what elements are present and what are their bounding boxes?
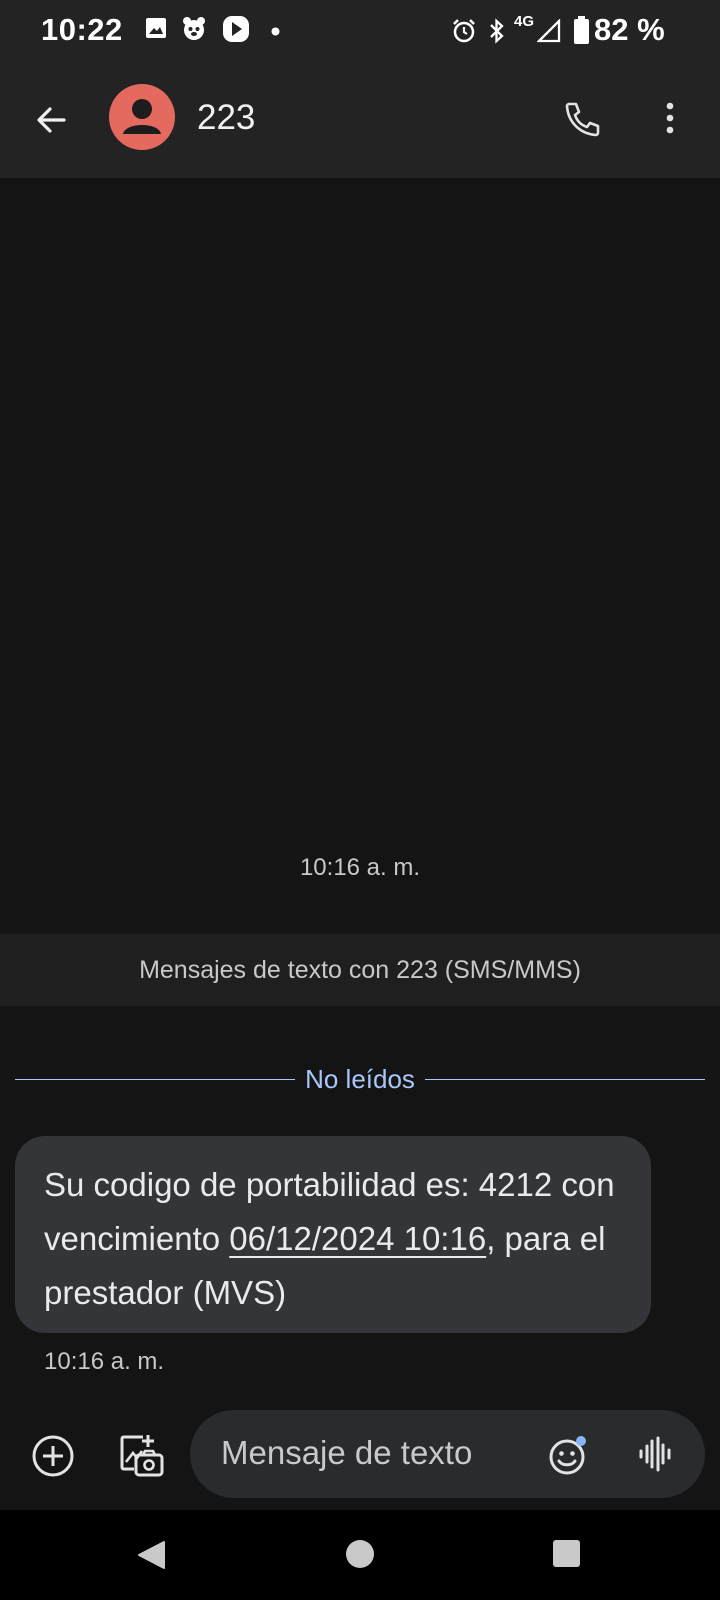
message-input-placeholder: Mensaje de texto <box>221 1434 473 1471</box>
compose-bar: Mensaje de texto <box>0 1410 720 1510</box>
network-type-label: 4G <box>514 13 535 30</box>
battery-percentage: 82 % <box>594 12 665 47</box>
character-icon <box>183 17 205 40</box>
back-arrow-icon[interactable] <box>30 98 74 142</box>
conversation-header: 223 <box>0 62 720 178</box>
person-icon <box>123 99 161 134</box>
notification-dot-icon <box>271 27 280 36</box>
bluetooth-icon <box>490 18 504 44</box>
avatar[interactable] <box>109 84 175 150</box>
message-input[interactable]: Mensaje de texto <box>190 1410 705 1498</box>
divider-line-right <box>425 1079 705 1080</box>
nav-home-icon[interactable] <box>346 1540 374 1568</box>
message-date-link[interactable]: 06/12/2024 10:16 <box>229 1220 486 1257</box>
status-bar: 10:22 4G 82 % <box>0 0 720 62</box>
message-list[interactable]: 10:16 a. m. Mensajes de texto con 223 (S… <box>0 178 720 1410</box>
nav-back-icon[interactable] <box>136 1539 168 1571</box>
gallery-camera-icon[interactable] <box>116 1431 166 1481</box>
conversation-timestamp: 10:16 a. m. <box>299 854 421 881</box>
signal-icon <box>537 19 561 43</box>
voice-icon[interactable] <box>635 1434 675 1474</box>
incoming-message-bubble[interactable]: Su codigo de portabilidad es: 4212 con v… <box>15 1136 651 1333</box>
sms-info-banner: Mensajes de texto con 223 (SMS/MMS) <box>0 934 720 1006</box>
phone-icon[interactable] <box>560 97 604 141</box>
battery-icon <box>574 16 589 44</box>
nav-recents-icon[interactable] <box>553 1540 580 1567</box>
unread-divider: No leídos <box>15 1064 705 1094</box>
emoji-icon[interactable] <box>548 1434 590 1476</box>
add-circle-icon[interactable] <box>29 1432 77 1480</box>
play-icon <box>223 16 249 42</box>
system-navigation-bar <box>0 1510 720 1600</box>
alarm-icon <box>453 19 475 43</box>
message-timestamp: 10:16 a. m. <box>44 1348 165 1375</box>
gallery-icon <box>146 18 166 38</box>
status-time: 10:22 <box>41 12 123 47</box>
contact-name: 223 <box>197 98 256 137</box>
more-vert-icon[interactable] <box>650 97 690 141</box>
